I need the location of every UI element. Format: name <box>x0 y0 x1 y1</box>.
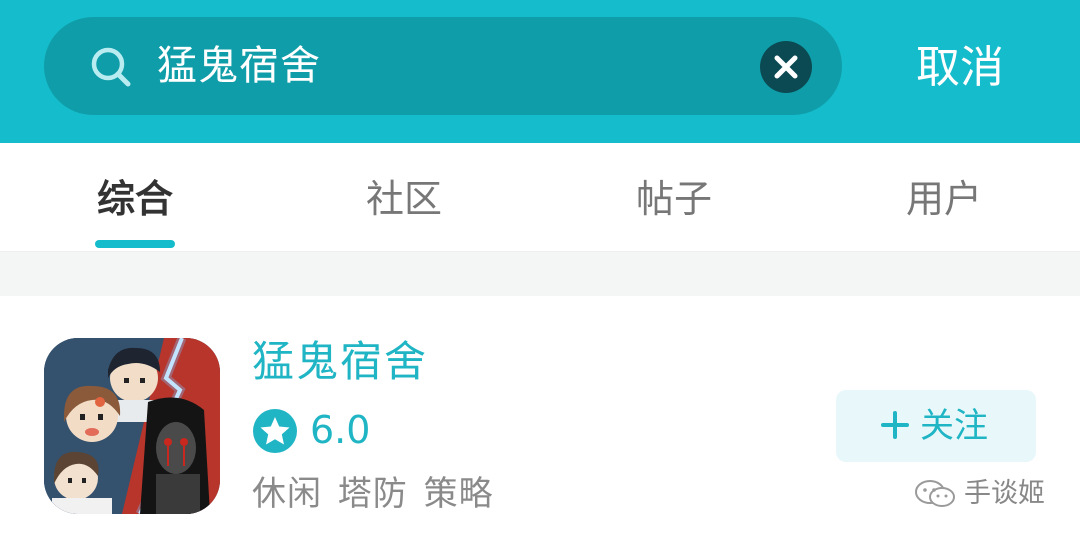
wechat-icon <box>915 480 955 507</box>
tab-users[interactable]: 用户 <box>874 171 1014 227</box>
rating-value: 6.0 <box>310 408 371 452</box>
watermark-text: 手谈姬 <box>964 478 1045 509</box>
close-icon <box>774 55 798 79</box>
clear-search-button[interactable] <box>760 41 812 93</box>
star-rating-icon <box>253 409 297 453</box>
search-icon <box>91 47 131 87</box>
section-divider <box>0 252 1080 296</box>
search-result-item[interactable]: 猛鬼宿舍 6.0 休闲 塔防 策略 关注 手谈姬 <box>0 296 1080 537</box>
active-tab-indicator <box>95 240 175 248</box>
app-tags: 休闲 塔防 策略 <box>252 474 494 514</box>
search-box[interactable]: 猛鬼宿舍 <box>44 17 842 115</box>
tab-posts[interactable]: 帖子 <box>604 171 744 227</box>
app-name[interactable]: 猛鬼宿舍 <box>252 334 428 390</box>
search-input[interactable]: 猛鬼宿舍 <box>157 36 321 96</box>
tab-bar: 综合 社区 帖子 用户 <box>0 143 1080 252</box>
app-icon[interactable] <box>44 338 220 514</box>
cancel-button[interactable]: 取消 <box>900 38 1020 98</box>
top-search-bar: 猛鬼宿舍 取消 <box>0 0 1080 143</box>
follow-label: 关注 <box>920 406 988 446</box>
plus-icon <box>881 411 909 439</box>
tab-comprehensive[interactable]: 综合 <box>65 171 205 227</box>
tab-community[interactable]: 社区 <box>334 171 474 227</box>
follow-button[interactable]: 关注 <box>836 390 1036 462</box>
